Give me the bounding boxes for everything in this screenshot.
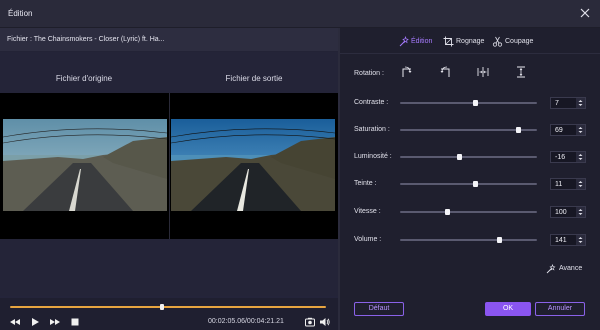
rewind-icon[interactable] [10, 317, 20, 327]
rotation-label: Rotation : [354, 70, 384, 77]
flip-vertical-icon[interactable] [514, 65, 528, 79]
file-bar: Fichier : The Chainsmokers - Closer (Lyr… [0, 28, 338, 52]
magic-wand-icon [399, 36, 409, 47]
adjustment-value: 69 [555, 127, 563, 134]
play-icon[interactable] [30, 317, 40, 327]
scissors-icon [492, 36, 503, 47]
adjustment-slider-handle[interactable] [496, 237, 502, 243]
adjustment-slider-handle[interactable] [515, 127, 521, 133]
file-name: Fichier : The Chainsmokers - Closer (Lyr… [7, 36, 165, 43]
adjustment-value: 100 [555, 209, 567, 216]
adjustment-value-field[interactable]: 11 [550, 178, 586, 190]
adjustment-slider-handle[interactable] [473, 181, 479, 187]
adjustment-label: Saturation : [354, 126, 390, 133]
adjustment-slider-track[interactable] [400, 156, 537, 158]
default-button[interactable]: Défaut [354, 302, 404, 316]
snapshot-icon[interactable] [305, 317, 315, 327]
stop-icon[interactable] [70, 317, 80, 327]
adjustment-slider-handle[interactable] [473, 100, 479, 106]
tab-rognage-label: Rognage [456, 38, 485, 45]
progress-handle[interactable] [159, 304, 164, 310]
adjustment-value: 7 [555, 100, 559, 107]
player-controls: 00:02:05.06/00:04:21.21 [0, 298, 338, 330]
spinner-arrows-icon[interactable] [576, 207, 585, 217]
window-title: Édition [8, 9, 33, 18]
adjustment-slider-track[interactable] [400, 239, 537, 241]
ok-button[interactable]: OK [485, 302, 531, 316]
progress-bar[interactable] [10, 306, 326, 308]
tab-coupage-label: Coupage [505, 38, 534, 45]
rotate-right-icon[interactable] [400, 65, 414, 79]
original-video-frame [3, 119, 167, 211]
preview-panel: Fichier : The Chainsmokers - Closer (Lyr… [0, 28, 338, 330]
adjustment-slider-track[interactable] [400, 183, 537, 185]
advanced-label: Avance [559, 265, 583, 272]
spinner-arrows-icon[interactable] [576, 98, 585, 108]
adjustment-slider-handle[interactable] [444, 209, 450, 215]
adjustment-slider-track[interactable] [400, 102, 537, 104]
magic-wand-icon [546, 264, 556, 274]
rotate-left-icon[interactable] [438, 65, 452, 79]
adjustment-value: 141 [555, 237, 567, 244]
adjustment-slider-track[interactable] [400, 211, 537, 213]
tab-edition-label: Édition [411, 38, 433, 45]
adjustment-value-field[interactable]: -16 [550, 151, 586, 163]
crop-icon [443, 36, 454, 47]
adjustment-value-field[interactable]: 69 [550, 124, 586, 136]
adjustment-label: Volume : [354, 236, 382, 243]
adjustment-value-field[interactable]: 7 [550, 97, 586, 109]
output-file-label: Fichier de sortie [225, 74, 283, 83]
adjustment-slider-handle[interactable] [456, 154, 462, 160]
output-video-frame [171, 119, 335, 211]
adjustment-label: Luminosité : [354, 153, 392, 160]
adjustment-value-field[interactable]: 141 [550, 234, 586, 246]
spinner-arrows-icon[interactable] [576, 152, 585, 162]
original-file-label: Fichier d'origine [55, 74, 113, 83]
volume-icon[interactable] [320, 317, 330, 327]
time-display: 00:02:05.06/00:04:21.21 [208, 318, 284, 325]
spinner-arrows-icon[interactable] [576, 235, 585, 245]
edit-panel: Édition Rognage Coupage Rotation : Contr… [340, 28, 600, 330]
adjustment-value-field[interactable]: 100 [550, 206, 586, 218]
flip-horizontal-icon[interactable] [476, 65, 490, 79]
fast-forward-icon[interactable] [50, 317, 60, 327]
adjustment-label: Vitesse : [354, 208, 381, 215]
close-icon[interactable] [578, 6, 592, 20]
spinner-arrows-icon[interactable] [576, 125, 585, 135]
adjustment-label: Contraste : [354, 99, 389, 106]
adjustment-value: -16 [555, 154, 566, 161]
preview-divider [169, 93, 170, 239]
spinner-arrows-icon[interactable] [576, 179, 585, 189]
cancel-button[interactable]: Annuler [535, 302, 585, 316]
tab-separator [340, 53, 600, 54]
adjustment-label: Teinte : [354, 180, 377, 187]
adjustment-value: 11 [555, 181, 563, 188]
title-bar: Édition [0, 0, 600, 28]
video-area [0, 93, 338, 239]
